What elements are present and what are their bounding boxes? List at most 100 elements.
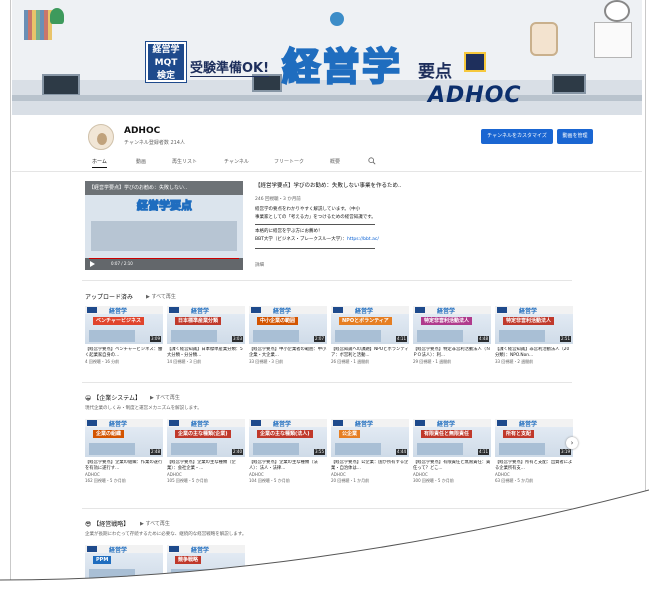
section-description: 現代企業のしくみ・制度と運営メカニズムを解説します。 (85, 406, 202, 411)
description-line: 本格的に経営を学ぶ方にお薦め！ (255, 229, 323, 234)
section-title[interactable]: アップロード済み (85, 292, 133, 301)
description-rule (255, 224, 375, 225)
video-meta: 14 回視聴・3 日前 (167, 359, 202, 364)
channel-tabs: ホーム 動画 再生リスト チャンネル フリートーク 概要 (74, 156, 594, 170)
tab-free-talk[interactable]: フリートーク (274, 156, 304, 168)
banner-title-suffix: 要点 (418, 62, 452, 82)
play-all-button[interactable]: ▶ すべて再生 (140, 520, 170, 527)
video-title[interactable]: 【経営知識への課題】NPOとボランティア：ボ営利と活動... (331, 347, 409, 359)
video-card[interactable]: 経営学 NPOとボランティア 4:11 【経営知識への課題】NPOとボランティア… (331, 306, 409, 365)
banner-subtitle: 受験準備OK! (190, 57, 270, 77)
books-illustration (24, 10, 52, 40)
tab-videos[interactable]: 動画 (136, 156, 146, 168)
video-title[interactable]: 【経営学要点】中小企業者の範囲：中小企業・大企業... (249, 347, 327, 359)
tab-channels[interactable]: チャンネル (224, 156, 249, 168)
video-card[interactable]: 経営学 企業の主な種類(企業) 2:40 【経営学要点】企業の主な種類（企業）：… (167, 419, 245, 484)
video-card[interactable]: 経営学 競争戦略 (167, 545, 245, 590)
description-line: 事業家としての「考える力」をつけるための経営知識です。 (255, 215, 376, 220)
video-title[interactable]: 【経営学要点】ベンチャービジネス：働く起業家自身の... (85, 347, 163, 359)
video-thumbnail[interactable]: 経営学 中小企業の範囲 2:07 (249, 306, 327, 344)
video-thumbnail[interactable]: 経営学 所有と支配 3:19 (495, 419, 573, 457)
search-icon[interactable] (368, 156, 376, 166)
player-controls (85, 258, 243, 270)
video-title[interactable]: 【課く経営知識】非営利活動法人（20分類）：NPO.Non... (495, 347, 573, 359)
video-duration: 3:09 (150, 336, 161, 342)
video-thumbnail[interactable]: 経営学 企業の組織 2:48 (85, 419, 163, 457)
video-title[interactable]: 【経営学要点】所有と支配：出資者による企業所有支... (495, 460, 573, 472)
video-thumbnail[interactable]: 経営学 企業の主な種類(法人) 3:55 (249, 419, 327, 457)
tab-about[interactable]: 概要 (330, 156, 340, 168)
video-thumbnail[interactable]: 経営学 特定非営利活動法人 4:48 (413, 306, 491, 344)
calendar-illustration (594, 22, 632, 58)
thumbnail-label: 所有と支配 (503, 430, 535, 438)
thumbnail-label: 競争戦略 (175, 556, 202, 564)
description-rule (255, 248, 375, 249)
video-title[interactable]: 【経営学要点】公企業：国が所有する企業・自治体は... (331, 460, 409, 472)
description-link[interactable]: https://bbt.ac/ (347, 237, 379, 242)
thumbnail-scene (417, 330, 463, 342)
video-title[interactable]: 【課く経営知識】日本標準産業分類：5大分類・分分類... (167, 347, 245, 359)
channel-banner: 経営学 MQT 検定 受験準備OK! 経営学 要点 ADHOC (12, 0, 642, 115)
thumbnail-brand: 経営学 (273, 308, 292, 315)
video-title[interactable] (85, 586, 163, 590)
play-icon[interactable] (90, 261, 95, 267)
featured-video-player[interactable]: 【経営学要点】学びのお勧め：失敗しない.. 経営学要点 0:07 / 2:10 (85, 181, 243, 270)
thumbnail-brand: 経営学 (191, 421, 210, 428)
video-thumbnail[interactable]: 経営学 競争戦略 (167, 545, 245, 583)
section-title-text: 【企業システム】 (93, 395, 142, 402)
video-thumbnail[interactable]: 経営学 ベンチャービジネス 3:09 (85, 306, 163, 344)
section-title[interactable]: 😎 【経営戦略】 (85, 519, 129, 528)
next-arrow-icon[interactable]: › (566, 437, 578, 449)
featured-title[interactable]: 【経営学要点】学びのお勧め：失敗しない事業を作るため.. (255, 181, 600, 189)
description-text: BBT大学（ビジネス・ブレークスルー大学）： (255, 237, 348, 242)
thumbnail-brand: 経営学 (273, 421, 292, 428)
video-thumbnail[interactable]: 経営学 公企業 4:44 (331, 419, 409, 457)
video-title[interactable]: 【経営学要点】企業の主な種類（企業）：会社企業・... (167, 460, 245, 472)
video-card[interactable]: 経営学 特定非営利活動法人 4:48 【経営学要点】特定非営利活動法人（ＮＰＯ法… (413, 306, 491, 365)
video-meta: 300 回視聴・5 か月前 (413, 478, 454, 483)
thumbnail-logo (87, 420, 97, 426)
video-card[interactable]: 経営学 企業の主な種類(法人) 3:55 【経営学要点】企業の主な種類（法人）：… (249, 419, 327, 484)
video-card[interactable]: 経営学 日本標準産業分類 3:03 【課く経営知識】日本標準産業分類：5大分類・… (167, 306, 245, 365)
avatar[interactable] (88, 124, 114, 150)
video-card[interactable]: 経営学 PPM (85, 545, 163, 590)
tab-playlists[interactable]: 再生リスト (172, 156, 197, 168)
tab-home[interactable]: ホーム (92, 156, 107, 168)
video-thumbnail[interactable]: 経営学 有限責任と無限責任 4:11 (413, 419, 491, 457)
video-thumbnail[interactable]: 経営学 日本標準産業分類 3:03 (167, 306, 245, 344)
play-all-label: すべて再生 (145, 521, 170, 527)
section-title[interactable]: 😀 【企業システム】 (85, 393, 141, 402)
thumbnail-logo (415, 307, 425, 313)
video-thumbnail[interactable]: 経営学 PPM (85, 545, 163, 583)
video-card[interactable]: 経営学 所有と支配 3:19 【経営学要点】所有と支配：出資者による企業所有支.… (495, 419, 573, 484)
video-title[interactable]: 【経営学要点】企業の組織：作業の遂行を有効に遂行す... (85, 460, 163, 472)
read-more-link[interactable]: 詳細 (255, 262, 264, 268)
thumbnail-scene (417, 443, 463, 455)
video-title[interactable]: 【経営学要点】有限責任と無限責任：責任って？どこ... (413, 460, 491, 472)
plant-illustration (50, 8, 64, 24)
video-card[interactable]: 経営学 中小企業の範囲 2:07 【経営学要点】中小企業者の範囲：中小企業・大企… (249, 306, 327, 365)
progress-bar[interactable] (89, 258, 239, 259)
mascot-illustration (530, 22, 558, 56)
video-thumbnail[interactable]: 経営学 NPOとボランティア 4:11 (331, 306, 409, 344)
manage-videos-button[interactable]: 動画を管理 (557, 129, 593, 144)
banner-title: 経営学 (281, 44, 403, 90)
video-card[interactable]: 経営学 特定非営利活動法人 2:51 【課く経営知識】非営利活動法人（20分類）… (495, 306, 573, 365)
video-card[interactable]: 経営学 有限責任と無限責任 4:11 【経営学要点】有限責任と無限責任：責任って… (413, 419, 491, 484)
thumbnail-logo (251, 420, 261, 426)
video-thumbnail[interactable]: 経営学 特定非営利活動法人 2:51 (495, 306, 573, 344)
video-title[interactable]: 【経営学要点】特定非営利活動法人（ＮＰＯ法人）：利... (413, 347, 491, 359)
video-card[interactable]: 経営学 ベンチャービジネス 3:09 【経営学要点】ベンチャービジネス：働く起業… (85, 306, 163, 365)
thumbnail-brand: 経営学 (519, 308, 538, 315)
customize-channel-button[interactable]: チャンネルをカスタマイズ (481, 129, 553, 144)
video-title[interactable] (167, 586, 245, 590)
card-illustration (464, 52, 486, 72)
video-card[interactable]: 経営学 公企業 4:44 【経営学要点】公企業：国が所有する企業・自治体は...… (331, 419, 409, 484)
video-title[interactable]: 【経営学要点】企業の主な種類（法人）：法人・法律... (249, 460, 327, 472)
thumbnail-brand: 経営学 (355, 421, 374, 428)
play-all-button[interactable]: ▶ すべて再生 (146, 293, 176, 300)
video-meta: 26 回視聴・1 週間前 (331, 359, 370, 364)
video-thumbnail[interactable]: 経営学 企業の主な種類(企業) 2:40 (167, 419, 245, 457)
play-all-button[interactable]: ▶ すべて再生 (150, 394, 180, 401)
video-card[interactable]: 経営学 企業の組織 2:48 【経営学要点】企業の組織：作業の遂行を有効に遂行す… (85, 419, 163, 484)
